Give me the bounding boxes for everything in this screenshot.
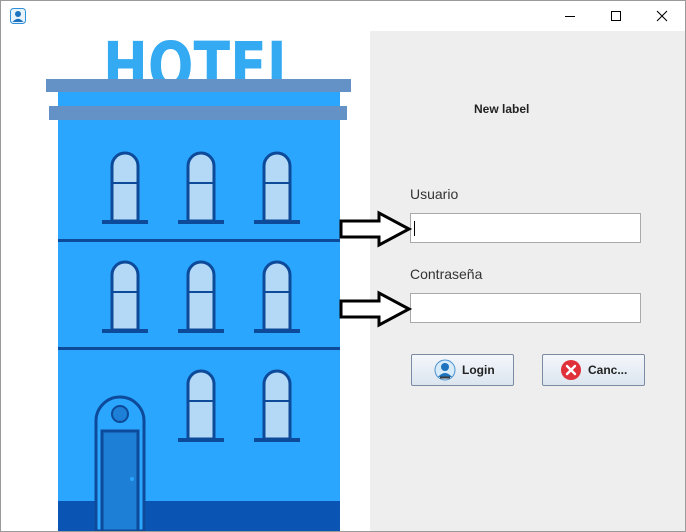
hotel-building-image: HOTEL — [46, 28, 351, 531]
roof-lower-band — [49, 106, 347, 120]
hotel-door — [94, 395, 146, 531]
close-icon — [656, 10, 668, 22]
user-app-icon — [10, 8, 26, 24]
hotel-illustration-panel: HOTEL — [1, 28, 370, 531]
password-field[interactable] — [410, 293, 641, 323]
close-button[interactable] — [639, 1, 685, 31]
user-icon — [434, 359, 456, 381]
roof-top-band — [46, 79, 351, 92]
login-button-label: Login — [462, 363, 495, 377]
cancel-x-icon — [560, 359, 582, 381]
username-field[interactable] — [410, 213, 641, 243]
minimize-button[interactable] — [547, 1, 593, 31]
maximize-icon — [611, 11, 621, 21]
window-row-1 — [102, 151, 300, 224]
window-row-2 — [102, 260, 300, 333]
username-label: Usuario — [410, 186, 459, 202]
minimize-icon — [565, 16, 575, 17]
title-bar — [1, 1, 685, 31]
arrow-right-icon — [339, 290, 413, 328]
login-button[interactable]: Login — [411, 354, 514, 386]
arrow-right-icon — [339, 210, 413, 248]
cancel-button[interactable]: Canc... — [542, 354, 645, 386]
title-label: New label — [474, 102, 530, 116]
login-form-panel: New label Usuario Contraseña Login Canc.… — [370, 31, 685, 531]
password-label: Contraseña — [410, 266, 483, 282]
login-window: HOTEL New label Usuario Contraseña Login… — [0, 0, 686, 532]
maximize-button[interactable] — [593, 1, 639, 31]
cancel-button-label: Canc... — [588, 363, 628, 377]
